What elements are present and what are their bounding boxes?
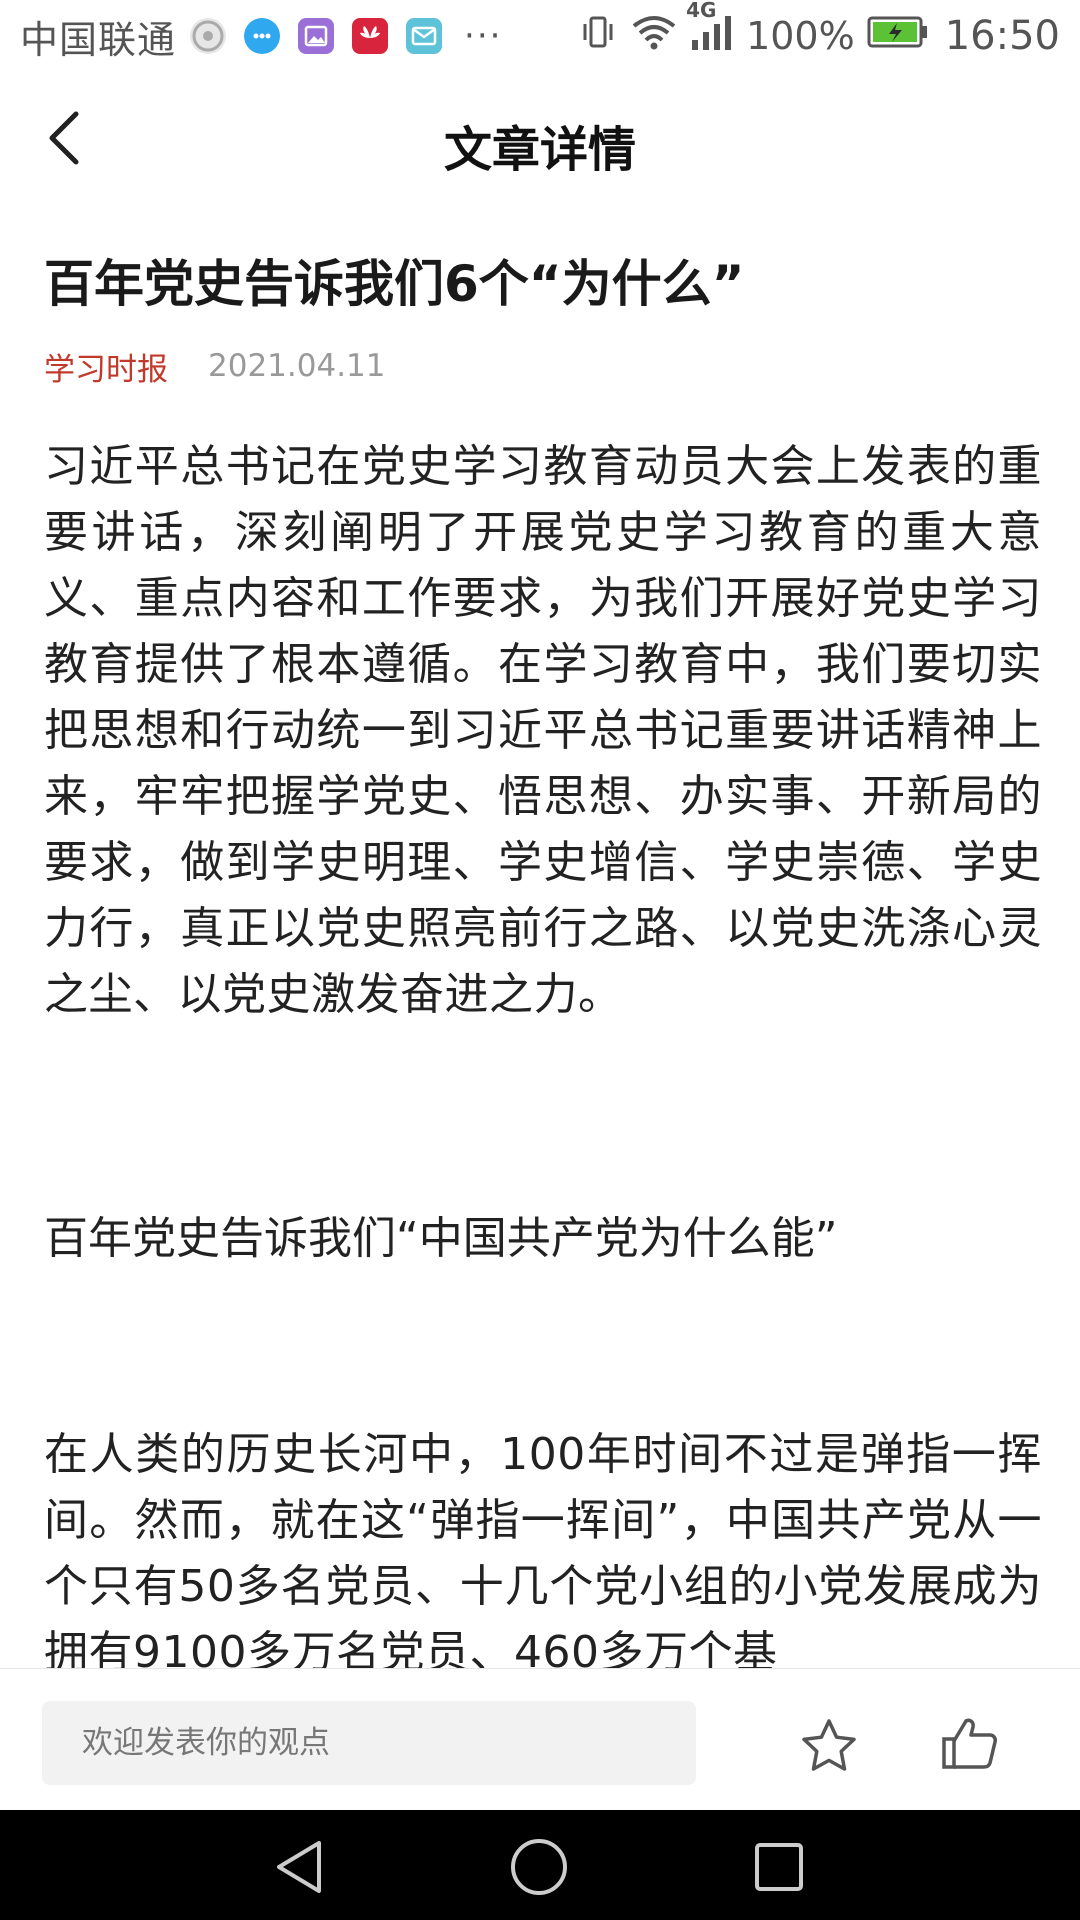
comment-input[interactable] xyxy=(42,1701,696,1785)
like-button[interactable] xyxy=(936,1709,1004,1777)
gallery-icon xyxy=(298,18,335,54)
article-subheading: 百年党史告诉我们“中国共产党为什么能” xyxy=(44,1213,838,1264)
star-icon xyxy=(802,1719,856,1771)
article-title: 百年党史告诉我们6个“为什么” xyxy=(44,255,745,313)
thumbs-up-icon xyxy=(942,1718,997,1769)
article-paragraph: 在人类的历史长河中，100年时间不过是弹指一挥间。然而，就在这“弹指一挥间”，中… xyxy=(44,1429,1042,1678)
comment-bar xyxy=(0,1668,1080,1811)
huawei-icon xyxy=(352,18,389,54)
article-meta: 学习时报 2021.04.11 xyxy=(44,342,1042,390)
circle-home-icon xyxy=(511,1839,567,1895)
favorite-button[interactable] xyxy=(796,1713,862,1779)
battery-charging-icon xyxy=(867,14,929,58)
page-title: 文章详情 xyxy=(443,122,636,178)
article-source[interactable]: 学习时报 xyxy=(44,344,168,389)
system-back-button[interactable] xyxy=(264,1832,334,1902)
carrier-name: 中国联通 xyxy=(20,17,177,62)
article-date: 2021.04.11 xyxy=(208,348,386,384)
article-paragraph: 习近平总书记在党史学习教育动员大会上发表的重要讲话，深刻阐明了开展党史学习教育的… xyxy=(44,441,1042,1020)
status-right: 4G 100% 16:50 xyxy=(566,0,1060,61)
article-content: 百年党史告诉我们6个“为什么” 学习时报 2021.04.11 习近平总书记在党… xyxy=(44,236,1042,1678)
system-home-button[interactable] xyxy=(504,1832,574,1902)
network-type-label: 4G xyxy=(686,0,717,22)
clock: 16:50 xyxy=(944,13,1060,59)
vibrate-icon xyxy=(578,12,618,61)
square-recents-icon xyxy=(755,1843,803,1891)
wifi-icon xyxy=(630,12,678,61)
system-recents-button[interactable] xyxy=(744,1832,814,1902)
wechat-moments-icon xyxy=(190,18,227,54)
message-bubble-icon xyxy=(244,18,281,54)
triangle-back-icon xyxy=(277,1841,321,1893)
status-bar: 中国联通 ··· 4G 100% 16:50 xyxy=(0,0,1080,72)
more-notifications-indicator: ··· xyxy=(464,16,503,56)
system-navigation-bar xyxy=(0,1810,1080,1920)
nav-bar: 文章详情 xyxy=(0,72,1080,204)
status-left: 中国联通 ··· xyxy=(20,9,502,64)
battery-percent: 100% xyxy=(746,14,855,58)
cellular-signal-icon: 4G xyxy=(686,0,734,61)
mail-icon xyxy=(406,18,443,54)
article-detail-screen: 中国联通 ··· 4G 100% 16:50 文章详情 百年党史告诉我们6个“为… xyxy=(0,0,1080,1920)
